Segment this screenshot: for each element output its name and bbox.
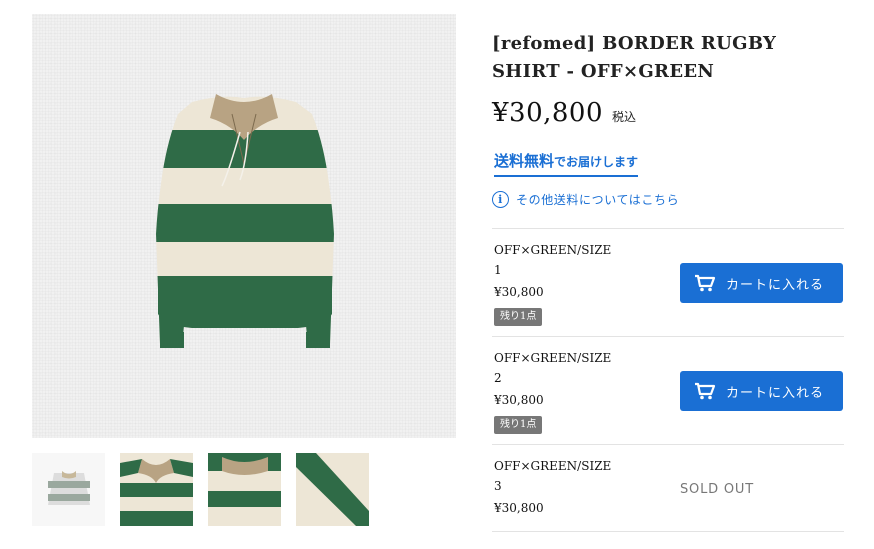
divider <box>492 531 844 532</box>
stock-badge: 残り1点 <box>494 308 543 326</box>
variant-price: ¥30,800 <box>494 501 544 515</box>
cart-icon <box>695 382 716 400</box>
variant-name: OFF×GREEN/SIZE 3 <box>494 459 612 493</box>
other-shipping-link[interactable]: i その他送料についてはこちら <box>492 191 679 208</box>
rugby-shirt-illustration <box>156 94 334 348</box>
add-to-cart-button[interactable]: カートに入れる <box>680 371 843 411</box>
variant-price: ¥30,800 <box>494 285 544 299</box>
variant-name: OFF×GREEN/SIZE 1 <box>494 243 612 277</box>
variant-price: ¥30,800 <box>494 393 544 407</box>
free-shipping-banner: 送料無料でお届けします <box>494 150 639 177</box>
price-row: ¥30,800 税込 <box>492 98 636 128</box>
add-to-cart-button[interactable]: カートに入れる <box>680 263 843 303</box>
product-price: ¥30,800 <box>492 98 604 128</box>
variant-name: OFF×GREEN/SIZE 2 <box>494 351 612 385</box>
thumbnail-front-closeup[interactable] <box>120 453 193 526</box>
product-title: [refomed] BORDER RUGBY SHIRT - OFF×GREEN <box>492 33 777 82</box>
product-main-image[interactable] <box>32 14 456 438</box>
variant-row: OFF×GREEN/SIZE 3 ¥30,800 SOLD OUT <box>492 444 844 531</box>
thumbnail-strip <box>32 453 369 526</box>
other-shipping-text: その他送料についてはこちら <box>516 193 680 207</box>
stock-badge: 残り1点 <box>494 416 543 434</box>
thumbnail-front-flat[interactable] <box>32 453 105 526</box>
free-shipping-label: 送料無料 <box>494 152 555 170</box>
cart-icon <box>695 274 716 292</box>
add-to-cart-label: カートに入れる <box>726 277 825 293</box>
add-to-cart-label: カートに入れる <box>726 385 825 401</box>
info-icon: i <box>492 191 509 208</box>
sold-out-label: SOLD OUT <box>680 482 754 497</box>
thumbnail-back-closeup[interactable] <box>208 453 281 526</box>
variant-row: OFF×GREEN/SIZE 2 ¥30,800 残り1点 カートに入れる <box>492 336 844 444</box>
thumbnail-fabric-detail[interactable] <box>296 453 369 526</box>
tax-label: 税込 <box>612 110 637 124</box>
free-shipping-suffix: でお届けします <box>554 155 639 169</box>
variant-row: OFF×GREEN/SIZE 1 ¥30,800 残り1点 カートに入れる <box>492 228 844 336</box>
